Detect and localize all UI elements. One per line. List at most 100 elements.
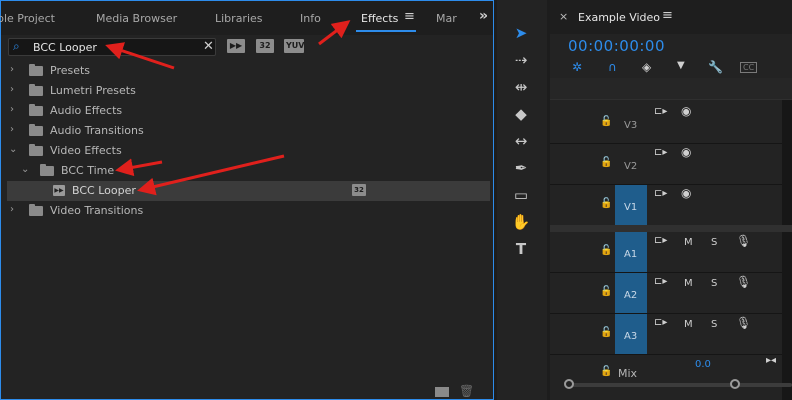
chevron-right-icon[interactable]: › bbox=[10, 204, 14, 215]
tree-item-lumetri-presets[interactable]: › Lumetri Presets bbox=[7, 81, 490, 101]
track-select-tool-icon[interactable]: ⇢ bbox=[511, 50, 531, 70]
trash-icon[interactable]: 🗑 bbox=[459, 384, 474, 398]
track-name[interactable]: V2 bbox=[624, 161, 637, 172]
scrollbar-handle-right[interactable] bbox=[730, 379, 740, 389]
hand-tool-icon[interactable]: ✋ bbox=[511, 212, 531, 232]
new-bin-icon[interactable] bbox=[435, 387, 449, 397]
tab-media-browser[interactable]: Media Browser bbox=[96, 12, 177, 25]
playhead-timecode[interactable]: 00:00:00:00 bbox=[568, 37, 665, 55]
tools-panel: ➤ ⇢ ⇹ ◆ ↔ ✒ ▭ ✋ T bbox=[497, 0, 547, 400]
nest-icon[interactable]: ✲ bbox=[572, 60, 582, 74]
lock-icon[interactable]: 🔓 bbox=[600, 157, 612, 168]
microphone-icon[interactable]: 🎙 bbox=[736, 234, 751, 248]
sync-lock-icon[interactable]: ⊏▸ bbox=[654, 147, 667, 158]
panel-menu-icon[interactable]: ≡ bbox=[662, 8, 673, 23]
sync-lock-icon[interactable]: ⊏▸ bbox=[654, 235, 667, 246]
tab-libraries[interactable]: Libraries bbox=[215, 12, 263, 25]
ripple-edit-tool-icon[interactable]: ⇹ bbox=[511, 77, 531, 97]
lock-icon[interactable]: 🔓 bbox=[600, 116, 612, 127]
sync-lock-icon[interactable]: ⊏▸ bbox=[654, 106, 667, 117]
wrench-icon[interactable]: 🔧 bbox=[708, 60, 723, 74]
chevron-right-icon[interactable]: › bbox=[10, 64, 14, 75]
chevron-right-icon[interactable]: › bbox=[10, 84, 14, 95]
mute-button[interactable]: M bbox=[684, 278, 693, 289]
tree-item-bcc-time[interactable]: ⌄ BCC Time bbox=[7, 161, 490, 181]
tab-project[interactable]: ble Project bbox=[0, 12, 55, 25]
mix-volume-value[interactable]: 0.0 bbox=[695, 359, 711, 370]
snap-icon[interactable]: ∩ bbox=[608, 60, 617, 74]
track-a1[interactable]: 🔓 A1 ⊏▸ M S 🎙 bbox=[550, 232, 782, 273]
go-to-end-icon[interactable]: ▸◂ bbox=[766, 355, 776, 366]
tree-item-bcc-looper[interactable]: ▶▶ BCC Looper 32 bbox=[7, 181, 490, 201]
clear-search-icon[interactable]: ✕ bbox=[203, 39, 214, 54]
rectangle-tool-icon[interactable]: ▭ bbox=[511, 185, 531, 205]
tab-markers[interactable]: Mar bbox=[436, 12, 457, 25]
linked-selection-icon[interactable]: ◈ bbox=[642, 60, 651, 74]
yuv-filter-icon[interactable]: YUV bbox=[284, 39, 304, 53]
track-name[interactable]: A3 bbox=[624, 331, 637, 342]
lock-icon[interactable]: 🔓 bbox=[600, 286, 612, 297]
video-audio-divider[interactable] bbox=[550, 225, 792, 232]
pen-tool-icon[interactable]: ✒ bbox=[511, 158, 531, 178]
track-v3[interactable]: 🔓 V3 ⊏▸ ◉ bbox=[550, 103, 782, 144]
chevron-right-icon[interactable]: › bbox=[10, 124, 14, 135]
track-a3[interactable]: 🔓 A3 ⊏▸ M S 🎙 bbox=[550, 314, 782, 355]
solo-button[interactable]: S bbox=[711, 319, 717, 330]
tree-item-video-effects[interactable]: ⌄ Video Effects bbox=[7, 141, 490, 161]
chevron-down-icon[interactable]: ⌄ bbox=[9, 144, 17, 155]
32bit-filter-icon[interactable]: 32 bbox=[256, 39, 274, 53]
solo-button[interactable]: S bbox=[711, 278, 717, 289]
panel-tab-bar: ble Project Media Browser Libraries Info… bbox=[0, 1, 493, 35]
eye-icon[interactable]: ◉ bbox=[681, 186, 691, 200]
tab-effects[interactable]: Effects bbox=[361, 12, 398, 25]
solo-button[interactable]: S bbox=[711, 237, 717, 248]
effects-search-box[interactable]: ⌕ ✕ bbox=[8, 38, 216, 56]
mute-button[interactable]: M bbox=[684, 319, 693, 330]
mute-button[interactable]: M bbox=[684, 237, 693, 248]
lock-icon[interactable]: 🔓 bbox=[600, 198, 612, 209]
tree-item-video-transitions[interactable]: › Video Transitions bbox=[7, 201, 490, 221]
track-v2[interactable]: 🔓 V2 ⊏▸ ◉ bbox=[550, 144, 782, 185]
razor-tool-icon[interactable]: ◆ bbox=[511, 104, 531, 124]
sync-lock-icon[interactable]: ⊏▸ bbox=[654, 188, 667, 199]
tree-item-presets[interactable]: › Presets bbox=[7, 61, 490, 81]
track-name[interactable]: A1 bbox=[624, 249, 637, 260]
preset-folder-icon bbox=[29, 64, 43, 76]
eye-icon[interactable]: ◉ bbox=[681, 145, 691, 159]
tree-item-label: Video Effects bbox=[50, 144, 122, 157]
track-a2[interactable]: 🔓 A2 ⊏▸ M S 🎙 bbox=[550, 273, 782, 314]
timeline-zoom-scrollbar[interactable] bbox=[568, 383, 792, 387]
lock-icon[interactable]: 🔓 bbox=[600, 245, 612, 256]
track-name[interactable]: V1 bbox=[624, 202, 637, 213]
tab-info[interactable]: Info bbox=[300, 12, 321, 25]
microphone-icon[interactable]: 🎙 bbox=[736, 275, 751, 289]
tree-item-audio-effects[interactable]: › Audio Effects bbox=[7, 101, 490, 121]
captions-icon[interactable]: CC bbox=[740, 62, 758, 73]
lock-icon[interactable]: 🔓 bbox=[600, 327, 612, 338]
accelerated-effects-filter-icon[interactable]: ▶▶ bbox=[227, 39, 245, 53]
folder-icon bbox=[29, 104, 43, 116]
eye-icon[interactable]: ◉ bbox=[681, 104, 691, 118]
selection-tool-icon[interactable]: ➤ bbox=[511, 23, 531, 43]
time-ruler[interactable] bbox=[550, 78, 792, 100]
tree-item-audio-transitions[interactable]: › Audio Transitions bbox=[7, 121, 490, 141]
track-name[interactable]: A2 bbox=[624, 290, 637, 301]
close-icon[interactable]: × bbox=[559, 10, 568, 23]
mix-track[interactable]: 🔓 Mix 0.0 ▸◂ bbox=[550, 355, 792, 400]
chevron-down-icon[interactable]: ⌄ bbox=[21, 164, 29, 175]
lock-icon[interactable]: 🔓 bbox=[600, 366, 612, 377]
type-tool-icon[interactable]: T bbox=[511, 239, 531, 259]
sync-lock-icon[interactable]: ⊏▸ bbox=[654, 317, 667, 328]
microphone-icon[interactable]: 🎙 bbox=[736, 316, 751, 330]
panel-menu-icon[interactable]: ≡ bbox=[404, 9, 415, 24]
sequence-title[interactable]: Example Video bbox=[578, 11, 660, 24]
slip-tool-icon[interactable]: ↔ bbox=[511, 131, 531, 151]
sync-lock-icon[interactable]: ⊏▸ bbox=[654, 276, 667, 287]
scrollbar-handle-left[interactable] bbox=[564, 379, 574, 389]
search-input[interactable] bbox=[33, 40, 203, 54]
track-v1[interactable]: 🔓 V1 ⊏▸ ◉ bbox=[550, 185, 782, 226]
tab-overflow-icon[interactable]: » bbox=[479, 8, 488, 24]
add-marker-icon[interactable]: ▼ bbox=[677, 60, 685, 71]
chevron-right-icon[interactable]: › bbox=[10, 104, 14, 115]
track-name[interactable]: V3 bbox=[624, 120, 637, 131]
